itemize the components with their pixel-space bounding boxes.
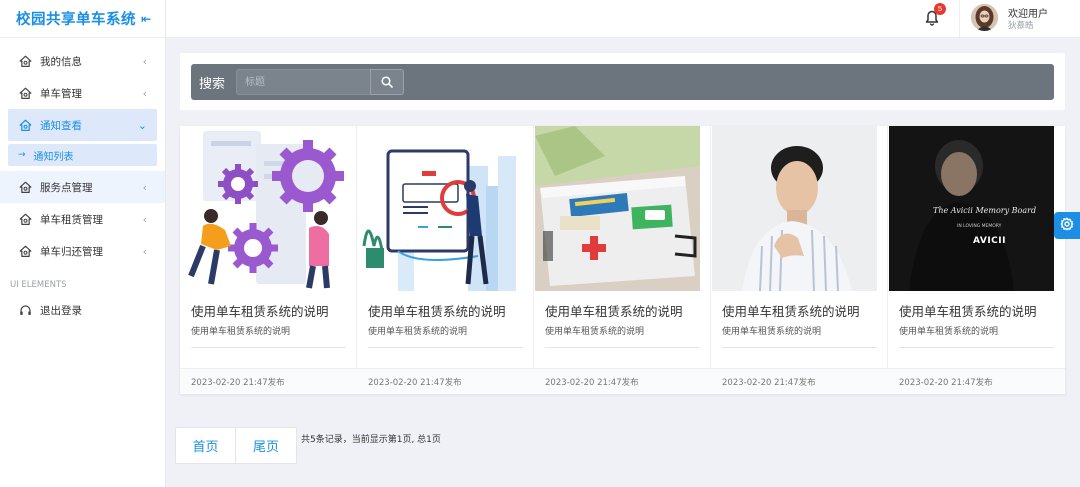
avicii-poster: The Avicii Memory Board IN LOVING MEMORY… (889, 126, 1054, 291)
first-page-button[interactable]: 首页 (176, 428, 236, 463)
sidebar: 校园共享单车系统 ⇤ 我的信息 ‹ 单车管理 ‹ 通知查看 ⌄ → 通知列表 服… (0, 0, 166, 487)
card-title: 使用单车租赁系统的说明 (899, 304, 1037, 319)
divider (368, 347, 523, 348)
card-footer: 2023-02-20 21:47发布 (534, 368, 711, 394)
search-button[interactable] (370, 69, 404, 95)
sidebar-subitem-label: 通知列表 (33, 151, 74, 163)
sidebar-item-bike-management[interactable]: 单车管理 ‹ (0, 77, 165, 109)
notice-card[interactable]: The Avicii Memory Board IN LOVING MEMORY… (888, 126, 1065, 394)
card-footer: 2023-02-20 21:47发布 (357, 368, 534, 394)
poster-heading: The Avicii Memory Board (933, 206, 1037, 215)
notice-card-list: 使用单车租赁系统的说明 使用单车租赁系统的说明 2023-02-20 21:47… (180, 126, 1065, 394)
user-name: 狄慕皓 (1008, 21, 1034, 31)
search-bar: 搜索 (191, 64, 1054, 100)
last-page-button[interactable]: 尾页 (236, 428, 296, 463)
sidebar-menu: 我的信息 ‹ 单车管理 ‹ 通知查看 ⌄ → 通知列表 服务点管理 ‹ 单车租赁… (0, 38, 165, 267)
sidebar-item-label: 服务点管理 (40, 181, 93, 194)
card-footer: 2023-02-20 21:47发布 (180, 368, 357, 394)
sidebar-item-notifications[interactable]: 通知查看 ⌄ (8, 109, 157, 141)
sidebar-subitem-notice-list[interactable]: → 通知列表 (8, 144, 157, 166)
poster-logo: AVICII (973, 236, 1006, 246)
card-date: 2023-02-20 21:47发布 (368, 378, 462, 388)
card-title: 使用单车租赁系统的说明 (368, 304, 506, 319)
avatar[interactable] (971, 4, 998, 31)
home-icon (19, 87, 32, 100)
home-icon (19, 119, 32, 132)
notification-badge: 5 (934, 3, 946, 15)
sidebar-item-return-management[interactable]: 单车归还管理 ‹ (0, 235, 165, 267)
top-bar: 5 欢迎用户 狄慕皓 (166, 0, 1080, 38)
divider (899, 347, 1054, 348)
divider (545, 347, 700, 348)
magnifier-illustration (358, 126, 523, 291)
chevron-down-icon: ⌄ (137, 118, 147, 132)
poster-subheading: IN LOVING MEMORY (957, 224, 1002, 229)
chevron-left-icon: ‹ (142, 244, 147, 258)
divider (722, 347, 877, 348)
card-description: 使用单车租赁系统的说明 (545, 327, 645, 337)
home-icon (19, 245, 32, 258)
card-title: 使用单车租赁系统的说明 (545, 304, 683, 319)
sidebar-item-rental-management[interactable]: 单车租赁管理 ‹ (0, 203, 165, 235)
chevron-left-icon: ‹ (142, 86, 147, 100)
divider (959, 0, 960, 38)
card-date: 2023-02-20 21:47发布 (899, 378, 993, 388)
chevron-left-icon: ‹ (142, 54, 147, 68)
search-panel: 搜索 (180, 53, 1065, 110)
home-icon (19, 213, 32, 226)
gear-icon (1060, 216, 1074, 235)
notification-bell-icon[interactable]: 5 (925, 3, 946, 26)
card-footer: 2023-02-20 21:47发布 (888, 368, 1065, 394)
first-aid-box-photo (535, 126, 700, 291)
card-footer: 2023-02-20 21:47发布 (711, 368, 888, 394)
brand-header: 校园共享单车系统 ⇤ (0, 0, 165, 38)
portrait-photo (712, 126, 877, 291)
card-description: 使用单车租赁系统的说明 (368, 327, 468, 337)
user-greeting: 欢迎用户 (1008, 9, 1048, 20)
card-date: 2023-02-20 21:47发布 (545, 378, 639, 388)
divider (191, 347, 346, 348)
notice-card[interactable]: 使用单车租赁系统的说明 使用单车租赁系统的说明 2023-02-20 21:47… (534, 126, 711, 394)
home-icon (19, 55, 32, 68)
arrow-right-icon: → (18, 150, 26, 160)
pagination: 首页 尾页 (175, 427, 297, 464)
sidebar-item-label: 我的信息 (40, 55, 82, 68)
chevron-left-icon: ‹ (142, 180, 147, 194)
settings-button[interactable] (1054, 212, 1080, 239)
section-label: UI ELEMENTS (10, 280, 67, 290)
pagination-info: 共5条记录，当前显示第1页, 总1页 (301, 435, 441, 445)
sidebar-item-label: 单车租赁管理 (40, 213, 103, 226)
logout-button[interactable]: 退出登录 (0, 294, 165, 326)
headset-icon (19, 304, 32, 317)
app-title: 校园共享单车系统 (16, 12, 136, 28)
gears-illustration (181, 126, 346, 291)
search-input[interactable] (236, 69, 370, 95)
sidebar-item-label: 单车管理 (40, 87, 82, 100)
sidebar-item-label: 通知查看 (40, 119, 82, 132)
sidebar-item-service-points[interactable]: 服务点管理 ‹ (0, 171, 165, 203)
card-description: 使用单车租赁系统的说明 (191, 327, 291, 337)
search-icon (381, 73, 393, 92)
card-title: 使用单车租赁系统的说明 (722, 304, 860, 319)
card-title: 使用单车租赁系统的说明 (191, 304, 329, 319)
chevron-left-icon: ‹ (142, 212, 147, 226)
card-date: 2023-02-20 21:47发布 (191, 378, 285, 388)
search-label: 搜索 (199, 77, 226, 92)
collapse-left-icon[interactable]: ⇤ (141, 12, 151, 26)
sidebar-item-label: 单车归还管理 (40, 245, 103, 258)
logout-label: 退出登录 (40, 304, 82, 317)
card-date: 2023-02-20 21:47发布 (722, 378, 816, 388)
card-description: 使用单车租赁系统的说明 (899, 327, 999, 337)
notice-card[interactable]: 使用单车租赁系统的说明 使用单车租赁系统的说明 2023-02-20 21:47… (357, 126, 534, 394)
notice-card[interactable]: 使用单车租赁系统的说明 使用单车租赁系统的说明 2023-02-20 21:47… (180, 126, 357, 394)
card-description: 使用单车租赁系统的说明 (722, 327, 822, 337)
sidebar-item-my-info[interactable]: 我的信息 ‹ (0, 45, 165, 77)
home-icon (19, 181, 32, 194)
notice-card[interactable]: 使用单车租赁系统的说明 使用单车租赁系统的说明 2023-02-20 21:47… (711, 126, 888, 394)
